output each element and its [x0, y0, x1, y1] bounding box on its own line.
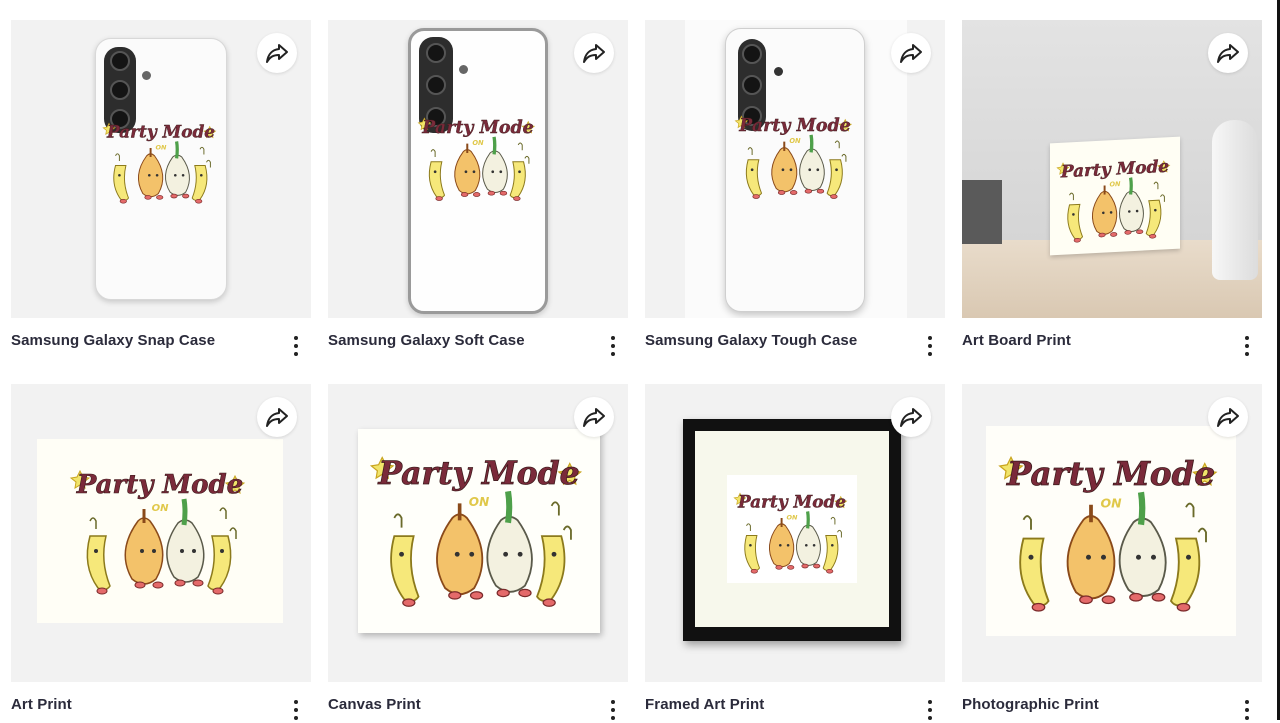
- art-board-mockup: Party Mode ON: [1050, 136, 1180, 256]
- product-title[interactable]: Framed Art Print: [645, 696, 764, 713]
- more-options-button[interactable]: [289, 336, 303, 356]
- share-arrow-icon: [583, 408, 605, 427]
- share-arrow-icon: [1217, 44, 1239, 63]
- share-arrow-icon: [583, 44, 605, 63]
- share-button[interactable]: [257, 397, 297, 437]
- product-card-footer: Art Print: [11, 695, 311, 723]
- product-thumbnail[interactable]: Party Mode ON: [645, 20, 945, 318]
- artwork: Party Mode ON: [728, 101, 862, 205]
- art-title: Party Mode: [421, 118, 533, 138]
- more-vertical-icon: [294, 700, 298, 704]
- artwork: Party Mode ON: [727, 491, 857, 583]
- window-edge: [1264, 0, 1280, 720]
- more-options-button[interactable]: [1240, 336, 1254, 356]
- share-button[interactable]: [1208, 33, 1248, 73]
- canvas-print-mockup: Party Mode ON: [358, 429, 600, 633]
- artwork: Party Mode ON: [1050, 156, 1180, 256]
- artwork: Party Mode ON: [60, 451, 260, 601]
- product-card[interactable]: Party Mode ON Art Print: [11, 384, 311, 720]
- product-thumbnail[interactable]: Party Mode ON: [11, 384, 311, 682]
- art-title: Party Mode: [737, 492, 846, 512]
- product-card[interactable]: Party Mode ON Art Board Print: [962, 20, 1262, 356]
- product-card-footer: Framed Art Print: [645, 695, 945, 723]
- product-title[interactable]: Samsung Galaxy Tough Case: [645, 332, 857, 349]
- more-options-button[interactable]: [923, 336, 937, 356]
- art-title: Party Mode: [1006, 454, 1215, 493]
- share-arrow-icon: [266, 408, 288, 427]
- more-vertical-icon: [928, 700, 932, 704]
- art-subtitle: ON: [1100, 495, 1122, 510]
- product-title[interactable]: Samsung Galaxy Snap Case: [11, 332, 215, 349]
- art-title: Party Mode: [377, 455, 579, 492]
- artwork: Party Mode ON: [358, 429, 600, 619]
- more-vertical-icon: [1245, 336, 1249, 340]
- photographic-print-mockup: Party Mode ON: [986, 426, 1236, 636]
- product-thumbnail[interactable]: Party Mode ON: [328, 384, 628, 682]
- framed-print-mockup: Party Mode ON: [683, 419, 901, 641]
- share-button[interactable]: [891, 33, 931, 73]
- artwork: Party Mode ON: [986, 453, 1236, 626]
- tough-case-mockup: Party Mode ON: [725, 28, 865, 312]
- share-button[interactable]: [574, 33, 614, 73]
- more-vertical-icon: [294, 336, 298, 340]
- more-options-button[interactable]: [1240, 700, 1254, 720]
- art-subtitle: ON: [469, 495, 489, 509]
- product-card[interactable]: Party Mode ON Photographic Print: [962, 384, 1262, 720]
- product-thumbnail[interactable]: Party Mode ON: [11, 20, 311, 318]
- art-subtitle: ON: [156, 143, 168, 151]
- product-title[interactable]: Samsung Galaxy Soft Case: [328, 332, 525, 349]
- product-thumbnail[interactable]: Party Mode ON: [645, 384, 945, 682]
- product-title[interactable]: Photographic Print: [962, 696, 1099, 713]
- share-arrow-icon: [900, 44, 922, 63]
- share-button[interactable]: [257, 33, 297, 73]
- art-title: Party Mode: [1060, 156, 1169, 182]
- art-subtitle: ON: [789, 137, 801, 145]
- product-thumbnail[interactable]: Party Mode ON: [962, 20, 1262, 318]
- more-vertical-icon: [928, 336, 932, 340]
- snap-case-mockup: Party Mode ON: [95, 38, 227, 300]
- more-options-button[interactable]: [923, 700, 937, 720]
- art-subtitle: ON: [152, 503, 170, 514]
- art-subtitle: ON: [787, 513, 799, 521]
- artwork: Party Mode ON: [411, 103, 545, 207]
- product-card-footer: Canvas Print: [328, 695, 628, 723]
- product-thumbnail[interactable]: Party Mode ON: [328, 20, 628, 318]
- product-card[interactable]: Party Mode ON Canvas Print: [328, 384, 628, 720]
- more-options-button[interactable]: [606, 336, 620, 356]
- product-card-footer: Samsung Galaxy Soft Case: [328, 331, 628, 359]
- product-card-footer: Art Board Print: [962, 331, 1262, 359]
- art-title: Party Mode: [738, 116, 850, 136]
- product-title[interactable]: Art Print: [11, 696, 72, 713]
- product-thumbnail[interactable]: Party Mode ON: [962, 384, 1262, 682]
- product-card[interactable]: Party Mode ON Samsung Galaxy Soft Case: [328, 20, 628, 356]
- artwork: Party Mode ON: [96, 121, 226, 209]
- product-card-footer: Samsung Galaxy Snap Case: [11, 331, 311, 359]
- product-card[interactable]: Party Mode ON Samsung Galaxy Tough Case: [645, 20, 945, 356]
- art-subtitle: ON: [1110, 180, 1122, 189]
- art-title: Party Mode: [76, 470, 243, 500]
- share-button[interactable]: [574, 397, 614, 437]
- share-arrow-icon: [266, 44, 288, 63]
- product-title[interactable]: Canvas Print: [328, 696, 421, 713]
- share-button[interactable]: [891, 397, 931, 437]
- share-arrow-icon: [900, 408, 922, 427]
- share-button[interactable]: [1208, 397, 1248, 437]
- more-options-button[interactable]: [289, 700, 303, 720]
- more-options-button[interactable]: [606, 700, 620, 720]
- more-vertical-icon: [611, 336, 615, 340]
- share-arrow-icon: [1217, 408, 1239, 427]
- product-card-footer: Photographic Print: [962, 695, 1262, 723]
- more-vertical-icon: [1245, 700, 1249, 704]
- product-title[interactable]: Art Board Print: [962, 332, 1071, 349]
- product-card[interactable]: Party Mode ON Samsung Galaxy Snap Case: [11, 20, 311, 356]
- art-title: Party Mode: [106, 122, 215, 142]
- art-print-mockup: Party Mode ON: [37, 439, 283, 623]
- soft-case-mockup: Party Mode ON: [408, 28, 548, 314]
- more-vertical-icon: [611, 700, 615, 704]
- product-card[interactable]: Party Mode ON Framed Art Print: [645, 384, 945, 720]
- art-subtitle: ON: [472, 139, 484, 147]
- product-card-footer: Samsung Galaxy Tough Case: [645, 331, 945, 359]
